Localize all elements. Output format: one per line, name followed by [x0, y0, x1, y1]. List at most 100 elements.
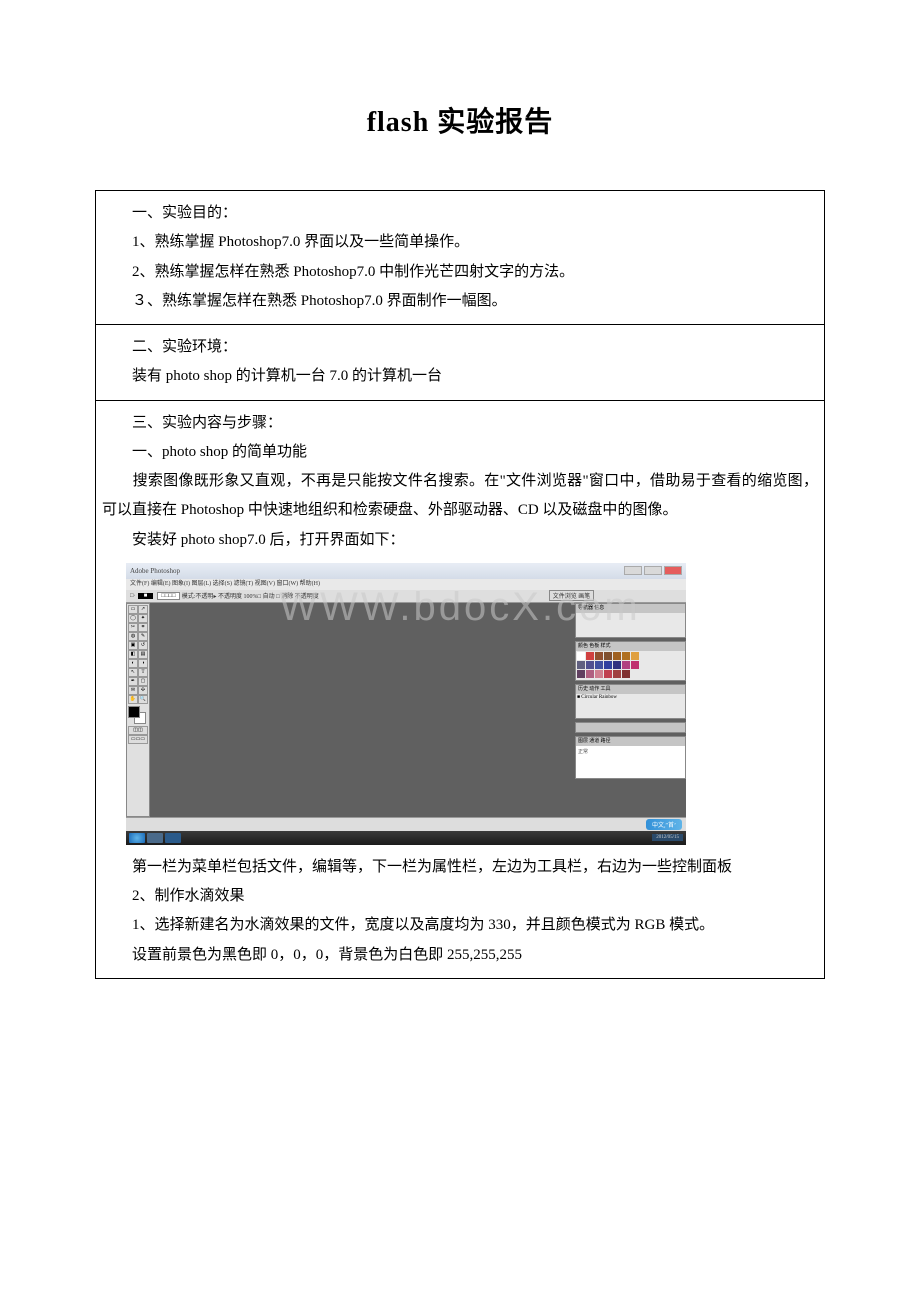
taskbar-left: [129, 833, 181, 843]
marquee-tool[interactable]: ▭: [128, 605, 138, 614]
lasso-tool[interactable]: ◯: [128, 614, 138, 623]
color-swatch[interactable]: [586, 652, 594, 660]
navigator-panel[interactable]: 导航器 信息: [575, 603, 686, 638]
steps-install-text: 安装好 photo shop7.0 后，打开界面如下：: [96, 526, 824, 555]
move-tool[interactable]: ↗: [138, 605, 148, 614]
navigator-panel-body: [576, 613, 685, 637]
slice-tool[interactable]: ⌗: [138, 623, 148, 632]
ps-titlebar: Adobe Photoshop: [126, 563, 686, 579]
heading-environment: 二、实验环境：: [96, 333, 824, 362]
heal-tool[interactable]: ◍: [128, 632, 138, 641]
objective-item-3: ３、熟练掌握怎样在熟悉 Photoshop7.0 界面制作一幅图。: [96, 287, 824, 316]
start-button[interactable]: [129, 833, 145, 843]
color-panel-header[interactable]: 颜色 色板 样式: [576, 642, 685, 651]
eraser-tool[interactable]: ◧: [128, 650, 138, 659]
opt-mode-boxes[interactable]: □□□□: [157, 592, 180, 600]
color-swatch[interactable]: [613, 661, 621, 669]
color-panel[interactable]: 颜色 色板 样式: [575, 641, 686, 681]
eyedropper-tool[interactable]: ✣: [138, 686, 148, 695]
color-swatch[interactable]: [595, 652, 603, 660]
close-button[interactable]: [664, 566, 682, 575]
color-swatch[interactable]: [622, 661, 630, 669]
photoshop-task-icon[interactable]: [165, 833, 181, 843]
layers-panel-header[interactable]: 图层 通道 路径: [576, 737, 685, 746]
minimize-button[interactable]: [624, 566, 642, 575]
navigator-panel-header[interactable]: 导航器 信息: [576, 604, 685, 613]
color-swatch[interactable]: [613, 670, 621, 678]
foreground-color-swatch[interactable]: [128, 706, 140, 718]
maximize-button[interactable]: [644, 566, 662, 575]
color-swatch[interactable]: [595, 670, 603, 678]
notes-tool[interactable]: ✉: [128, 686, 138, 695]
color-swatch[interactable]: [631, 661, 639, 669]
steps-search-text: 搜索图像既形象又直观，不再是只能按文件名搜索。在"文件浏览器"窗口中，借助易于查…: [102, 473, 818, 518]
layers-small-header[interactable]: [576, 723, 685, 732]
windows-taskbar: 2012/05/15: [126, 831, 686, 845]
opt-flow-label: □ 自动 □ 消除 不透明度: [257, 591, 318, 600]
color-swatch[interactable]: [577, 661, 585, 669]
color-swatch[interactable]: [622, 652, 630, 660]
ps-canvas[interactable]: [150, 603, 571, 817]
dodge-tool[interactable]: ◑: [138, 659, 148, 668]
color-swatch[interactable]: [622, 670, 630, 678]
swatch-grid[interactable]: [576, 651, 685, 680]
quickmask-toggle[interactable]: ◫◫: [128, 726, 148, 735]
history-brush-tool[interactable]: ↺: [138, 641, 148, 650]
ps-menubar[interactable]: 文件(F) 编辑(E) 图象(I) 图层(L) 选择(S) 滤镜(T) 视图(V…: [126, 579, 686, 590]
steps-subheading: 一、photo shop 的简单功能: [96, 438, 824, 467]
color-swatch[interactable]: [595, 661, 603, 669]
zoom-tool[interactable]: 🔍: [138, 695, 148, 704]
color-swatch[interactable]: [586, 661, 594, 669]
shape-tool[interactable]: ▢: [138, 677, 148, 686]
objective-item-2: 2、熟练掌握怎样在熟悉 Photoshop7.0 中制作光芒四射文字的方法。: [96, 258, 824, 287]
color-swatch[interactable]: [586, 670, 594, 678]
layers-panel-body[interactable]: 正常: [576, 746, 685, 778]
wand-tool[interactable]: ✦: [138, 614, 148, 623]
stamp-tool[interactable]: ▣: [128, 641, 138, 650]
path-tool[interactable]: ↖: [128, 668, 138, 677]
ime-indicator[interactable]: 中文,″首’: [646, 819, 682, 830]
steps-paragraph-search: 搜索图像既形象又直观，不再是只能按文件名搜索。在"文件浏览器"窗口中，借助易于查…: [96, 467, 824, 526]
layers-panel[interactable]: 图层 通道 路径 正常: [575, 736, 686, 779]
screenmode-toggle[interactable]: ▭▭▭: [128, 735, 148, 744]
blur-tool[interactable]: ◐: [128, 659, 138, 668]
heading-steps: 三、实验内容与步骤：: [96, 409, 824, 438]
brush-tool[interactable]: ✎: [138, 632, 148, 641]
heading-objective: 一、实验目的：: [96, 199, 824, 228]
color-swatch[interactable]: [577, 652, 585, 660]
history-panel[interactable]: 历史 动作 工具 ■ Circular Rainbow: [575, 684, 686, 719]
layers-small-panel[interactable]: [575, 722, 686, 733]
color-picker[interactable]: [128, 706, 148, 726]
layout-desc-text: 第一栏为菜单栏包括文件，编辑等，下一栏为属性栏，左边为工具栏，右边为一些控制面板: [132, 859, 732, 875]
opt-opacity-value[interactable]: ▸ 不透明度 100%: [213, 591, 257, 600]
objective-item-1: 1、熟练掌握 Photoshop7.0 界面以及一些简单操作。: [96, 228, 824, 257]
opt-mode-label: 模式:: [182, 591, 196, 600]
history-panel-body: ■ Circular Rainbow: [576, 694, 685, 718]
opt-color-swatch[interactable]: ■: [138, 593, 154, 599]
color-swatch[interactable]: [604, 652, 612, 660]
section-objective: 一、实验目的： 1、熟练掌握 Photoshop7.0 界面以及一些简单操作。 …: [96, 190, 824, 324]
ps-options-bar[interactable]: □· ■ □□□□ 模式: 不透明 ▸ 不透明度 100% □ 自动 □ 消除 …: [126, 590, 686, 603]
color-swatch[interactable]: [631, 652, 639, 660]
ps-panels: 导航器 信息 颜色 色板 样式 历史 动作 工具 ■ Circular Rain…: [571, 603, 686, 817]
window-controls: [624, 566, 682, 575]
hand-tool[interactable]: ✋: [128, 695, 138, 704]
color-swatch[interactable]: [604, 670, 612, 678]
color-swatch[interactable]: [613, 652, 621, 660]
file-browser-tab[interactable]: 文件浏览 画笔: [549, 590, 595, 601]
color-swatch[interactable]: [577, 670, 585, 678]
history-panel-header[interactable]: 历史 动作 工具: [576, 685, 685, 694]
color-swatch[interactable]: [604, 661, 612, 669]
system-tray[interactable]: 2012/05/15: [652, 834, 683, 841]
section-environment: 二、实验环境： 装有 photo shop 的计算机一台 7.0 的计算机一台: [96, 324, 824, 400]
waterdrop-step1-text: 1、选择新建名为水滴效果的文件，宽度以及高度均为 330，并且颜色模式为 RGB…: [132, 917, 714, 933]
gradient-tool[interactable]: ▤: [138, 650, 148, 659]
crop-tool[interactable]: ✂: [128, 623, 138, 632]
type-tool[interactable]: T: [138, 668, 148, 677]
document-title: flash 实验报告: [95, 100, 825, 140]
explorer-icon[interactable]: [147, 833, 163, 843]
pen-tool[interactable]: ✒: [128, 677, 138, 686]
ps-statusbar: 中文,″首’: [126, 817, 686, 831]
environment-text: 装有 photo shop 的计算机一台 7.0 的计算机一台: [96, 362, 824, 391]
steps-waterdrop-heading: 2、制作水滴效果: [96, 882, 824, 911]
